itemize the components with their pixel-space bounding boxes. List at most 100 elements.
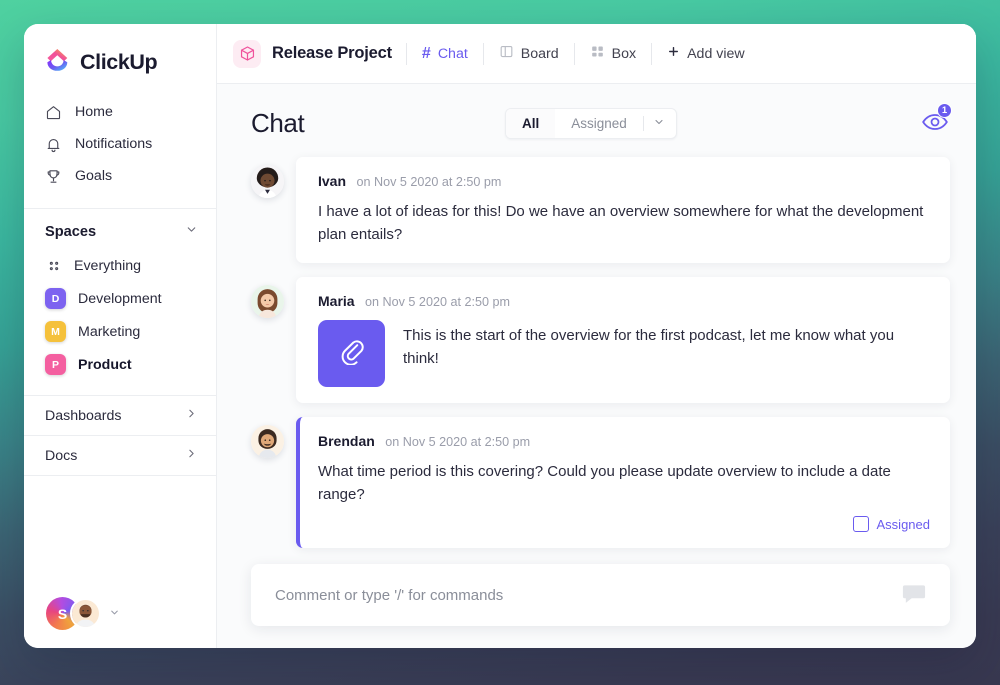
- message-timestamp: on Nov 5 2020 at 2:50 pm: [385, 434, 531, 449]
- page-title: Release Project: [272, 44, 392, 62]
- list-item: Brendan on Nov 5 2020 at 2:50 pm What ti…: [251, 416, 950, 548]
- hash-icon: #: [421, 44, 431, 62]
- home-icon: [45, 104, 62, 121]
- add-view-button[interactable]: Add view: [652, 39, 760, 69]
- bell-icon: [45, 136, 62, 153]
- sidebar-item-notifications[interactable]: Notifications: [24, 128, 216, 160]
- sidebar-item-everything-label: Everything: [74, 257, 142, 274]
- list-item: Ivan on Nov 5 2020 at 2:50 pm I have a l…: [251, 157, 950, 263]
- assigned-checkbox[interactable]: [852, 516, 869, 532]
- attachment-tile[interactable]: [318, 319, 385, 387]
- message-meta: Brendan on Nov 5 2020 at 2:50 pm: [318, 433, 930, 451]
- space-badge-development: D: [45, 288, 66, 309]
- sidebar-item-dashboards-label: Dashboards: [45, 407, 122, 424]
- cube-icon: [233, 39, 261, 68]
- avatar[interactable]: [251, 284, 284, 318]
- clickup-logo-icon: [44, 46, 71, 78]
- sidebar: ClickUp Home Notifications Goals Spaces …: [24, 24, 217, 648]
- filter-all-label: All: [522, 116, 540, 131]
- sidebar-item-docs-label: Docs: [45, 447, 78, 464]
- status-badge: 1: [937, 103, 952, 118]
- space-badge-product: P: [45, 354, 66, 375]
- brand-name: ClickUp: [80, 49, 158, 74]
- spaces-section-header[interactable]: Spaces: [24, 215, 216, 249]
- app-window: ClickUp Home Notifications Goals Spaces …: [24, 24, 976, 648]
- sidebar-item-goals-label: Goals: [75, 168, 113, 184]
- spaces-list: Everything D Development M Marketing P P…: [24, 249, 216, 381]
- filter-assigned-button[interactable]: Assigned: [555, 109, 643, 138]
- filter-dropdown-button[interactable]: [644, 109, 676, 138]
- assigned-row: Assigned: [318, 516, 930, 532]
- sidebar-item-marketing[interactable]: M Marketing: [24, 315, 216, 348]
- chevron-down-icon[interactable]: [109, 605, 120, 623]
- box-grid-icon: [590, 44, 605, 63]
- board-icon: [499, 44, 514, 63]
- avatar[interactable]: [70, 598, 101, 629]
- tab-chat[interactable]: # Chat: [407, 39, 483, 69]
- chevron-down-icon[interactable]: [185, 223, 198, 241]
- content-area: Release Project # Chat Board Box Add vie…: [217, 24, 976, 648]
- comment-input[interactable]: [275, 586, 900, 604]
- chat-header: Chat All Assigned 1: [217, 84, 976, 147]
- chat-title: Chat: [251, 108, 305, 138]
- filter-all-button[interactable]: All: [506, 109, 556, 138]
- message-list: Ivan on Nov 5 2020 at 2:50 pm I have a l…: [217, 147, 976, 564]
- workspace-initial: S: [57, 605, 68, 622]
- brand-logo[interactable]: ClickUp: [24, 24, 216, 94]
- chat-filter-toggle: All Assigned: [505, 108, 677, 139]
- message-timestamp: on Nov 5 2020 at 2:50 pm: [365, 294, 510, 309]
- sidebar-item-docs[interactable]: Docs: [24, 435, 216, 475]
- sidebar-footer: S: [24, 597, 216, 648]
- tab-board[interactable]: Board: [484, 39, 574, 69]
- message-meta: Ivan on Nov 5 2020 at 2:50 pm: [318, 173, 930, 191]
- sidebar-item-everything[interactable]: Everything: [24, 249, 216, 282]
- chevron-right-icon: [185, 407, 198, 424]
- tab-box[interactable]: Box: [575, 39, 651, 69]
- message-timestamp: on Nov 5 2020 at 2:50 pm: [356, 175, 502, 189]
- space-badge-marketing: M: [45, 321, 66, 342]
- sidebar-item-home[interactable]: Home: [24, 96, 216, 128]
- sidebar-item-goals[interactable]: Goals: [24, 160, 216, 192]
- message-author: Brendan: [318, 432, 375, 449]
- message-author: Maria: [318, 292, 355, 309]
- message-attachment-row: This is the start of the overview for th…: [318, 319, 930, 387]
- plus-icon: [667, 45, 680, 62]
- sidebar-bottom-divider: [24, 475, 216, 476]
- sidebar-item-development-label: Development: [78, 290, 162, 307]
- sidebar-item-product-label: Product: [78, 356, 132, 373]
- composer-wrapper: [217, 564, 976, 648]
- chevron-down-icon: [653, 115, 665, 133]
- desktop-background: ClickUp Home Notifications Goals Spaces …: [0, 0, 1000, 685]
- message-text: I have a lot of ideas for this! Do we ha…: [318, 203, 924, 244]
- grid-dots-icon: [45, 257, 62, 274]
- message-text: What time period is this covering? Could…: [318, 462, 891, 503]
- sidebar-item-development[interactable]: D Development: [24, 282, 216, 315]
- sidebar-item-dashboards[interactable]: Dashboards: [24, 395, 216, 435]
- add-view-label: Add view: [687, 45, 745, 62]
- sidebar-divider: [24, 208, 216, 209]
- sidebar-item-home-label: Home: [75, 104, 113, 120]
- avatar[interactable]: [251, 165, 284, 198]
- eye-icon: [920, 114, 950, 140]
- avatar[interactable]: [251, 424, 284, 458]
- topbar: Release Project # Chat Board Box Add vie…: [217, 24, 976, 84]
- message-author: Ivan: [318, 173, 347, 189]
- comment-bubble-icon[interactable]: [900, 579, 928, 612]
- message-card: Ivan on Nov 5 2020 at 2:50 pm I have a l…: [296, 157, 950, 263]
- filter-assigned-label: Assigned: [571, 116, 627, 131]
- trophy-icon: [45, 168, 62, 185]
- watchers-button[interactable]: 1: [920, 103, 952, 136]
- list-item: Maria on Nov 5 2020 at 2:50 pm This is t…: [251, 276, 950, 403]
- sidebar-item-product[interactable]: P Product: [24, 348, 216, 381]
- tab-box-label: Box: [611, 45, 637, 62]
- assigned-label: Assigned: [876, 516, 930, 532]
- tab-chat-label: Chat: [437, 45, 468, 62]
- sidebar-item-marketing-label: Marketing: [78, 323, 141, 340]
- message-card: Maria on Nov 5 2020 at 2:50 pm This is t…: [296, 276, 950, 403]
- spaces-title: Spaces: [45, 224, 97, 240]
- message-text: This is the start of the overview for th…: [403, 326, 895, 367]
- sidebar-item-notifications-label: Notifications: [75, 136, 153, 152]
- message-meta: Maria on Nov 5 2020 at 2:50 pm: [318, 293, 930, 311]
- paperclip-icon: [338, 337, 366, 370]
